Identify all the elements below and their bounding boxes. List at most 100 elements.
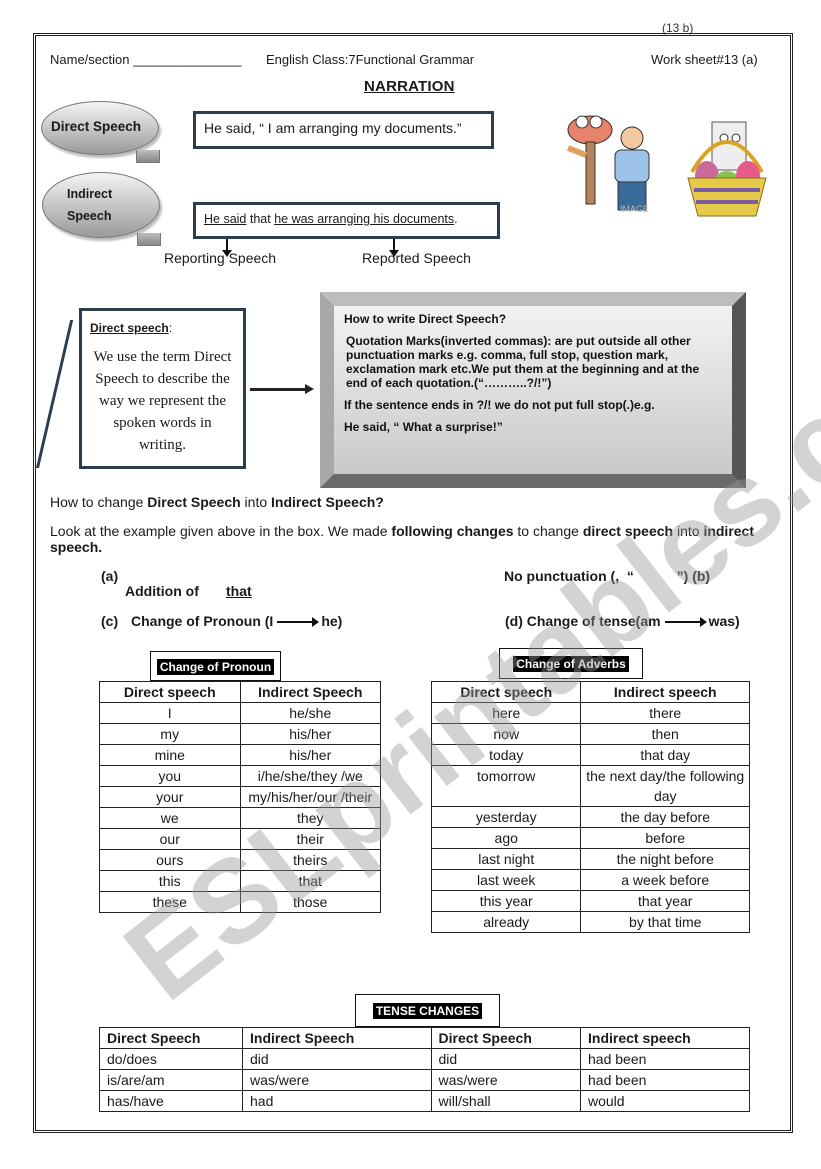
table-row: tomorrow the next day/the following day — [430, 765, 750, 807]
table-row: now then — [430, 723, 750, 745]
name-section-field: Name/section _______________ — [50, 52, 242, 67]
full-stop: . — [454, 212, 458, 226]
table-cell: I — [99, 702, 241, 724]
table-row: do/does did did had been — [99, 1048, 750, 1070]
table-row: we they — [99, 807, 381, 829]
reporting-part: He said — [204, 212, 247, 226]
indirect-speech-bubble-label-1: Indirect — [67, 187, 113, 201]
table-row: these those — [99, 891, 381, 913]
table-cell: he/she — [239, 702, 381, 724]
table-cell: his/her — [239, 744, 381, 766]
how-to-write-box: How to write Direct Speech? Quotation Ma… — [320, 292, 746, 488]
table-cell: tomorrow — [430, 765, 582, 807]
table-cell: by that time — [580, 911, 750, 933]
definition-colon: : — [168, 321, 173, 335]
table-row: already by that time — [430, 911, 750, 933]
table-row: Ihe/she — [99, 702, 381, 724]
table-cell: his/her — [239, 723, 381, 745]
cartoon-plunger-man-image: IMAGE — [560, 100, 670, 220]
table-cell: would — [580, 1090, 750, 1112]
full-stop-rule: If the sentence ends in ?/! we do not pu… — [344, 398, 655, 412]
table-row: last night the night before — [430, 848, 750, 870]
table-cell: their — [239, 828, 381, 850]
reported-speech-label: Reported Speech — [362, 250, 471, 266]
table-cell: yesterday — [430, 806, 582, 828]
table-header: Indirect Speech — [239, 681, 381, 703]
table-cell: last week — [430, 869, 582, 891]
table-cell: do/does — [99, 1048, 243, 1070]
table-header: Indirect speech — [580, 681, 750, 703]
direct-speech-sentence: He said, “ I am arranging my documents.” — [204, 120, 462, 136]
right-arrow-icon — [664, 617, 707, 628]
page-title: NARRATION — [364, 78, 455, 95]
example-sentence: He said, “ What a surprise!” — [344, 420, 503, 434]
table-row: has/have had will/shall would — [99, 1090, 750, 1112]
change-intro: Look at the example given above in the b… — [50, 523, 755, 555]
table-header-row: Direct Speech Indirect Speech Direct Spe… — [99, 1027, 750, 1049]
table-header: Direct speech — [99, 681, 241, 703]
tense-caption-text: TENSE CHANGES — [372, 1003, 483, 1019]
table-header: Direct Speech — [430, 1027, 581, 1049]
tense-table: Direct Speech Indirect Speech Direct Spe… — [99, 1027, 750, 1112]
table-cell: that year — [580, 890, 750, 912]
conjunction-that: that — [246, 212, 275, 226]
table-cell: will/shall — [430, 1090, 581, 1112]
table-cell: then — [580, 723, 750, 745]
direct-speech-bubble: Direct Speech — [41, 101, 160, 163]
table-row: my his/her — [99, 723, 381, 745]
table-cell: my — [99, 723, 241, 745]
pronoun-table-caption: Change of Pronoun — [150, 651, 281, 681]
table-cell: had — [242, 1090, 432, 1112]
adverb-caption-text: Change of Adverbs — [513, 656, 629, 672]
table-header-row: Direct speech Indirect speech — [430, 681, 750, 703]
table-row: here there — [430, 702, 750, 724]
change-d-text: (d) Change of tense(am — [505, 613, 661, 629]
direct-speech-bubble-label: Direct Speech — [51, 119, 142, 134]
table-cell: today — [430, 744, 582, 766]
table-cell: the night before — [580, 848, 750, 870]
table-cell: i/he/she/they /we — [239, 765, 381, 787]
table-cell: now — [430, 723, 582, 745]
table-row: ago before — [430, 827, 750, 849]
table-cell: they — [239, 807, 381, 829]
table-cell: those — [239, 891, 381, 913]
table-cell: our — [99, 828, 241, 850]
table-row: our their — [99, 828, 381, 850]
table-row: you i/he/she/they /we — [99, 765, 381, 787]
change-d: (d) Change of tense(am was) — [505, 613, 740, 629]
definition-text: We use the term Direct Speech to describ… — [93, 349, 232, 453]
table-cell: did — [430, 1048, 581, 1070]
table-cell: the next day/the following day — [580, 765, 750, 807]
indirect-speech-bubble: Indirect Speech — [42, 172, 161, 246]
table-cell: is/are/am — [99, 1069, 243, 1091]
table-cell: the day before — [580, 806, 750, 828]
right-arrow-icon — [277, 617, 320, 628]
table-row: ours theirs — [99, 849, 381, 871]
class-label: English Class:7Functional Grammar — [266, 52, 475, 67]
table-header: Indirect Speech — [242, 1027, 432, 1049]
definition-title: Direct speech — [90, 321, 169, 335]
table-cell: you — [99, 765, 241, 787]
table-row: this that — [99, 870, 381, 892]
quotation-marks-rule: Quotation Marks(inverted commas): are pu… — [346, 334, 700, 390]
indirect-speech-example: He said that he was arranging his docume… — [193, 202, 500, 239]
table-row: this year that year — [430, 890, 750, 912]
table-cell: there — [580, 702, 750, 724]
table-cell: has/have — [99, 1090, 243, 1112]
table-row: your my/his/her/our /their — [99, 786, 381, 808]
change-d-target: was) — [708, 613, 740, 629]
table-header: Direct speech — [430, 681, 582, 703]
table-cell: ago — [430, 827, 582, 849]
adverb-table-caption: Change of Adverbs — [499, 648, 643, 679]
pronoun-caption-text: Change of Pronoun — [156, 659, 275, 675]
pronoun-table: Direct speech Indirect Speech Ihe/she my h… — [99, 681, 381, 913]
table-cell: that — [239, 870, 381, 892]
worksheet-number: Work sheet#13 (a) — [651, 52, 758, 67]
table-cell: this year — [430, 890, 582, 912]
tense-table-caption: TENSE CHANGES — [355, 994, 500, 1027]
how-to-heading: How to write Direct Speech? — [344, 312, 507, 326]
table-cell: before — [580, 827, 750, 849]
change-b-text: No punctuation (, “ ”) (b) — [504, 568, 711, 584]
reporting-speech-label: Reporting Speech — [164, 250, 277, 266]
table-cell: ours — [99, 849, 241, 871]
